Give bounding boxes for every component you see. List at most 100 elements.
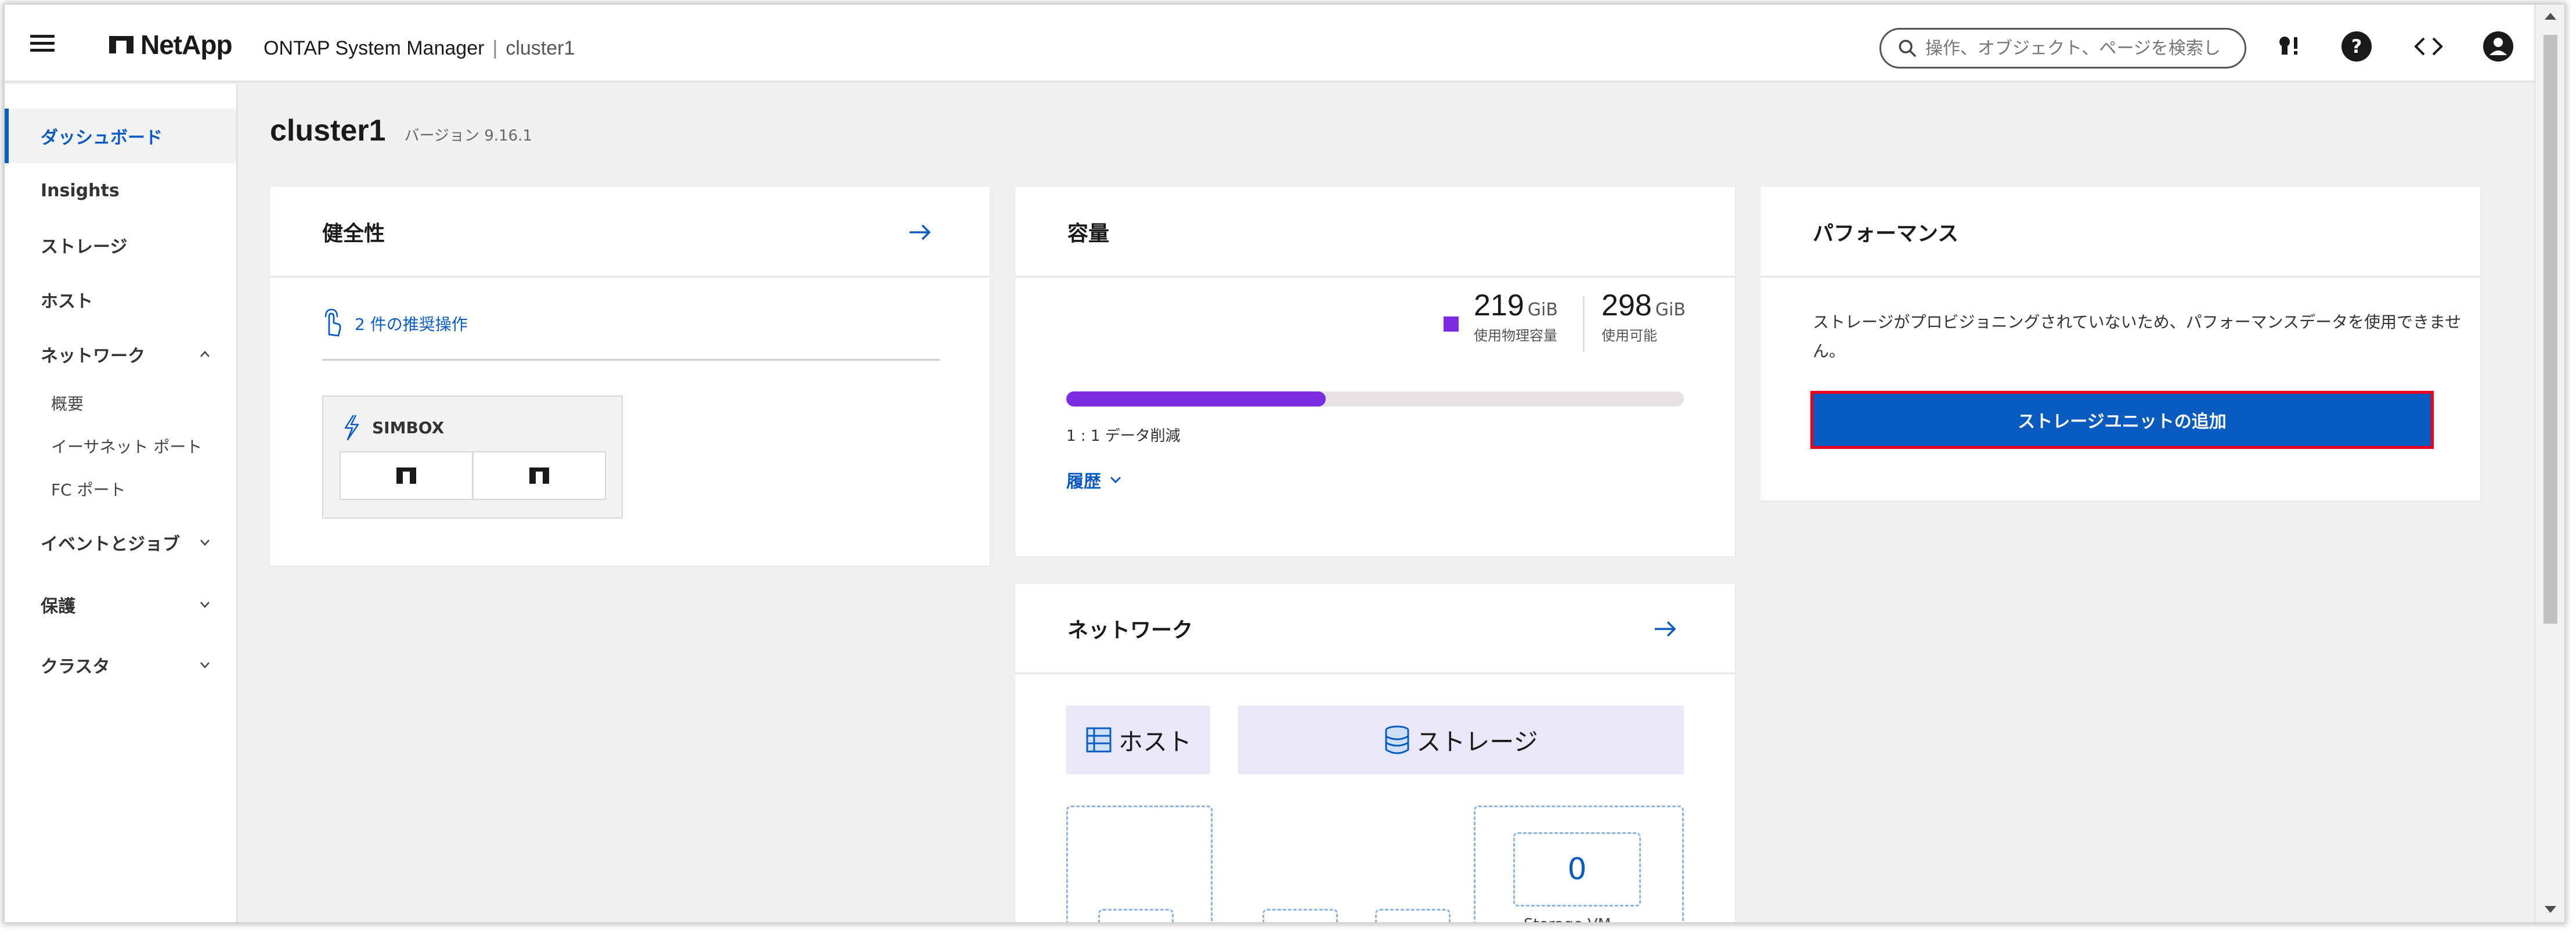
sidebar-item-label: クラスタ xyxy=(41,657,110,677)
lightbulb-icon[interactable] xyxy=(2273,30,2306,63)
recommended-actions-text: 2 件の推奨操作 xyxy=(355,315,468,334)
version-label: バージョン 9.16.1 xyxy=(404,127,532,145)
network-card-header: ネットワーク xyxy=(1015,584,1735,674)
global-search[interactable] xyxy=(1879,28,2246,69)
sidebar-item-cluster[interactable]: クラスタ xyxy=(5,635,236,695)
used-label: 使用物理容量 xyxy=(1474,328,1557,344)
scrollbar-thumb[interactable] xyxy=(2543,35,2557,624)
sidebar-subitem-overview[interactable]: 概要 xyxy=(5,382,236,425)
sidebar-subitem-ethernet-ports[interactable]: イーサネット ポート xyxy=(5,425,236,468)
page-scrollbar[interactable] xyxy=(2534,5,2564,922)
sidebar-item-network[interactable]: ネットワーク xyxy=(5,327,236,382)
sidebar-item-label: ストレージ xyxy=(41,237,128,257)
tab-hosts-label: ホスト xyxy=(1118,727,1192,756)
main-content: cluster1 バージョン 9.16.1 健全性 2 件の推奨操作 SIMBO… xyxy=(240,84,2534,922)
capacity-bar-fill xyxy=(1066,391,1326,407)
cluster-name: cluster1 xyxy=(506,37,575,59)
used-capacity: 219 GiB 使用物理容量 xyxy=(1474,288,1558,344)
app-window: NetApp ONTAP System Manager | cluster1 ? ダ… xyxy=(5,5,2564,922)
sidebar-item-label: ホスト xyxy=(41,292,93,312)
sidebar-subitem-fc-ports[interactable]: FC ポート xyxy=(5,468,236,510)
add-storage-unit-button[interactable]: ストレージユニットの追加 xyxy=(1810,391,2434,449)
svg-text:?: ? xyxy=(2351,35,2362,57)
capacity-card: 容量 219 GiB 使用物理容量 298 GiB 使用可能 1 : 1 データ削減… xyxy=(1015,187,1735,556)
tab-hosts[interactable]: ホスト xyxy=(1066,706,1210,774)
scroll-up-arrow-icon[interactable] xyxy=(2545,13,2556,20)
capacity-divider xyxy=(1583,296,1585,352)
capacity-bar xyxy=(1066,391,1684,407)
sidebar-item-events-jobs[interactable]: イベントとジョブ xyxy=(5,510,236,574)
sidebar-item-label: 保護 xyxy=(41,596,75,617)
sidebar-item-dashboard[interactable]: ダッシュボード xyxy=(5,109,236,163)
storage-vm-label: Storage VM xyxy=(1524,916,1611,922)
performance-card-header: パフォーマンス xyxy=(1760,187,2480,278)
app-title: ONTAP System Manager | cluster1 xyxy=(264,37,575,60)
netapp-logo-mark-icon xyxy=(109,36,134,53)
scroll-down-arrow-icon[interactable] xyxy=(2545,906,2556,913)
tab-storage[interactable]: ストレージ xyxy=(1238,706,1684,774)
sidebar-item-protection[interactable]: 保護 xyxy=(5,574,236,635)
port-placeholder xyxy=(1262,909,1338,922)
sidebar-item-hosts[interactable]: ホスト xyxy=(5,272,236,327)
database-icon xyxy=(1385,725,1409,754)
search-input[interactable] xyxy=(1925,38,2227,59)
chevron-down-icon xyxy=(200,540,210,546)
netapp-logo[interactable]: NetApp xyxy=(109,30,233,60)
available-label: 使用可能 xyxy=(1601,328,1657,344)
system-tile-title: SIMBOX xyxy=(343,414,444,441)
available-unit: GiB xyxy=(1655,300,1686,320)
node-1-tile[interactable] xyxy=(340,451,473,500)
page-title-text: cluster1 xyxy=(270,114,386,148)
sidebar-nav: ダッシュボード Insights ストレージ ホスト ネットワーク 概要 イーサ… xyxy=(5,84,238,922)
page-title: cluster1 バージョン 9.16.1 xyxy=(270,113,532,148)
storage-vm-count[interactable]: 0 xyxy=(1513,832,1641,907)
node-icon xyxy=(396,468,416,484)
health-card: 健全性 2 件の推奨操作 SIMBOX xyxy=(270,187,990,566)
server-icon xyxy=(1086,727,1112,753)
chevron-down-icon xyxy=(200,662,210,668)
tab-storage-label: ストレージ xyxy=(1416,727,1538,756)
code-icon[interactable] xyxy=(2412,30,2445,63)
node-2-tile[interactable] xyxy=(472,451,606,500)
available-capacity: 298 GiB 使用可能 xyxy=(1601,288,1686,344)
health-title: 健全性 xyxy=(322,221,385,246)
app-name-text: ONTAP System Manager xyxy=(264,37,485,59)
arrow-right-icon[interactable] xyxy=(1654,618,1677,639)
sidebar-item-storage[interactable]: ストレージ xyxy=(5,218,236,272)
sidebar-item-label: Insights xyxy=(41,180,120,201)
used-unit: GiB xyxy=(1527,300,1558,320)
help-icon[interactable]: ? xyxy=(2340,30,2373,63)
chevron-up-icon xyxy=(200,351,210,357)
network-card: ネットワーク ホスト ストレージ 0 Storage VM xyxy=(1015,584,1735,922)
hamburger-icon[interactable] xyxy=(30,35,55,52)
health-card-header: 健全性 xyxy=(270,187,990,278)
used-legend-swatch xyxy=(1444,317,1459,332)
performance-message: ストレージがプロビジョニングされていないため、パフォーマンスデータを使用できませ… xyxy=(1813,312,2462,361)
arrow-right-icon[interactable] xyxy=(908,222,932,243)
sidebar-subitem-label: イーサネット ポート xyxy=(51,437,203,456)
divider xyxy=(322,359,940,361)
performance-card: パフォーマンス ストレージがプロビジョニングされていないため、パフォーマンスデー… xyxy=(1760,187,2480,501)
touch-hand-icon xyxy=(324,308,341,337)
used-value: 219 xyxy=(1474,289,1524,322)
recommended-actions-link[interactable]: 2 件の推奨操作 xyxy=(322,308,468,339)
host-port-placeholder xyxy=(1098,909,1174,922)
system-tile[interactable]: SIMBOX xyxy=(322,395,623,519)
capacity-card-header: 容量 xyxy=(1015,187,1735,278)
add-storage-unit-label: ストレージユニットの追加 xyxy=(2018,412,2227,432)
network-title: ネットワーク xyxy=(1067,618,1193,642)
history-toggle[interactable]: 履歴 xyxy=(1066,467,1122,492)
sidebar-subitem-label: 概要 xyxy=(51,394,84,413)
brand-name: NetApp xyxy=(140,30,233,60)
chevron-down-icon xyxy=(200,602,210,608)
user-icon[interactable] xyxy=(2482,30,2514,63)
chevron-down-icon xyxy=(1110,476,1121,484)
performance-title: パフォーマンス xyxy=(1813,221,1959,246)
history-label: 履歴 xyxy=(1066,472,1101,492)
sidebar-item-label: ダッシュボード xyxy=(41,128,163,148)
system-name: SIMBOX xyxy=(372,418,445,437)
available-value: 298 xyxy=(1601,289,1652,322)
sidebar-item-insights[interactable]: Insights xyxy=(5,163,236,218)
lightning-icon xyxy=(344,415,359,441)
host-topology-area xyxy=(1066,805,1213,922)
